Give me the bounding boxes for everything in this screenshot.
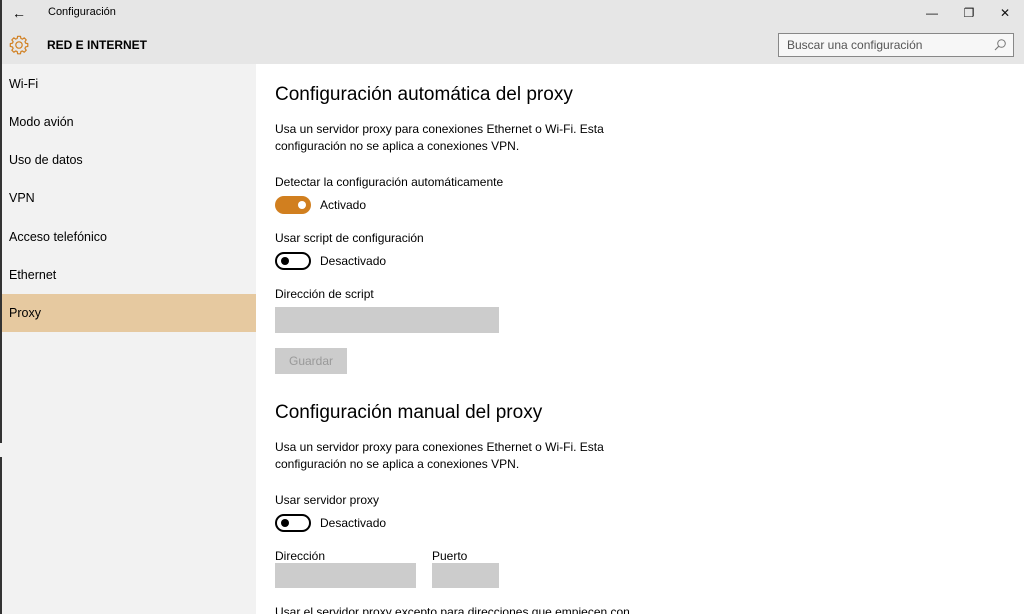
sidebar-item-dial-up[interactable]: Acceso telefónico [0, 218, 256, 256]
use-proxy-row: Desactivado [275, 514, 386, 532]
section-heading: RED E INTERNET [47, 38, 148, 52]
minimize-button[interactable]: — [914, 0, 950, 26]
search-input[interactable] [779, 34, 989, 56]
window-title: Configuración [48, 6, 116, 18]
minimize-icon: — [926, 6, 938, 20]
restore-button[interactable]: ❐ [951, 0, 987, 26]
toggle-knob [281, 257, 289, 265]
port-label: Puerto [432, 549, 468, 563]
proxy-settings-panel: Configuración automática del proxy Usa u… [256, 64, 1024, 614]
gear-icon [9, 35, 29, 55]
detect-settings-toggle[interactable] [275, 196, 311, 214]
restore-icon: ❐ [963, 6, 975, 20]
manual-proxy-title: Configuración manual del proxy [275, 402, 543, 423]
use-script-toggle[interactable] [275, 252, 311, 270]
sidebar-item-airplane-mode[interactable]: Modo avión [0, 103, 256, 141]
script-address-input[interactable] [275, 307, 499, 333]
save-button[interactable]: Guardar [275, 348, 347, 374]
sidebar-item-data-usage[interactable]: Uso de datos [0, 141, 256, 179]
sidebar-item-proxy[interactable]: Proxy [0, 294, 256, 332]
auto-proxy-description: Usa un servidor proxy para conexiones Et… [275, 122, 604, 153]
search-icon[interactable] [993, 38, 1007, 52]
sidebar-nav: Wi-Fi Modo avión Uso de datos VPN Acceso… [0, 64, 256, 614]
window-left-edge [0, 0, 2, 614]
use-proxy-state: Desactivado [320, 516, 387, 530]
detect-settings-label: Detectar la configuración automáticament… [275, 175, 504, 189]
port-input[interactable] [432, 563, 499, 588]
exceptions-label: Usar el servidor proxy excepto para dire… [275, 605, 630, 614]
settings-window: ← Configuración — ❐ ✕ RED E INTERNET Wi-… [0, 0, 1024, 614]
title-bar: ← Configuración — ❐ ✕ [0, 0, 1024, 26]
use-script-label: Usar script de configuración [275, 231, 424, 245]
auto-proxy-title: Configuración automática del proxy [275, 84, 573, 105]
close-icon: ✕ [999, 6, 1011, 20]
toggle-knob [281, 519, 289, 527]
arrow-left-icon: ← [12, 5, 26, 21]
address-input[interactable] [275, 563, 416, 588]
sidebar-item-vpn[interactable]: VPN [0, 179, 256, 217]
use-script-state: Desactivado [320, 254, 387, 268]
detect-settings-row: Activado [275, 196, 366, 214]
toggle-knob [298, 201, 306, 209]
sidebar-item-ethernet[interactable]: Ethernet [0, 256, 256, 294]
use-proxy-label: Usar servidor proxy [275, 493, 380, 507]
window-left-edge-gap [0, 443, 2, 457]
detect-settings-state: Activado [320, 198, 367, 212]
manual-proxy-description: Usa un servidor proxy para conexiones Et… [275, 440, 604, 471]
address-label: Dirección [275, 549, 326, 563]
back-button[interactable]: ← [6, 0, 32, 26]
script-address-label: Dirección de script [275, 287, 374, 301]
close-button[interactable]: ✕ [987, 0, 1023, 26]
use-proxy-toggle[interactable] [275, 514, 311, 532]
sidebar-item-wifi[interactable]: Wi-Fi [0, 65, 256, 103]
search-box[interactable] [778, 33, 1014, 57]
use-script-row: Desactivado [275, 252, 386, 270]
